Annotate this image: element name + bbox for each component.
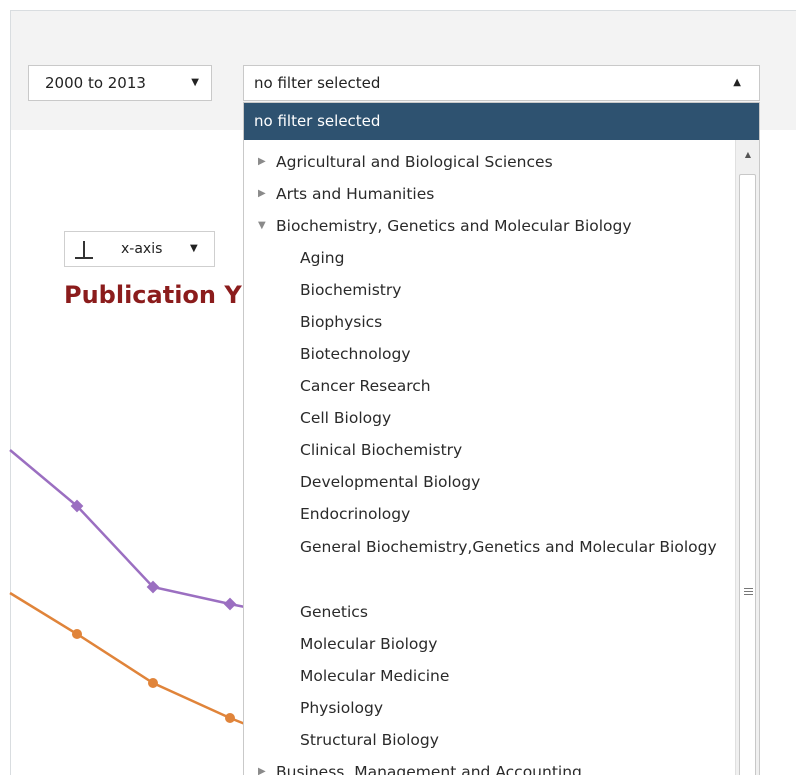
- subcategory-option[interactable]: Endocrinology: [244, 498, 736, 530]
- x-axis-button[interactable]: x-axis ▼: [64, 231, 215, 267]
- dropdown-selected-option[interactable]: no filter selected: [244, 103, 759, 140]
- dropdown-list: ▶ Agricultural and Biological Sciences ▶…: [244, 140, 736, 775]
- chevron-up-icon: ▲: [733, 77, 741, 88]
- data-point: [223, 597, 237, 611]
- subcategory-option[interactable]: Molecular Medicine: [244, 660, 736, 692]
- line-chart: [9, 449, 250, 728]
- option-label: Biochemistry, Genetics and Molecular Bio…: [276, 217, 632, 235]
- option-label: Arts and Humanities: [276, 185, 435, 203]
- expand-triangle-icon[interactable]: ▶: [258, 146, 266, 178]
- data-point: [72, 629, 82, 639]
- subject-filter-select[interactable]: no filter selected ▲: [243, 65, 760, 101]
- subcategory-option[interactable]: Structural Biology: [244, 724, 736, 756]
- chevron-down-icon: ▼: [191, 77, 199, 88]
- option-label: Agricultural and Biological Sciences: [276, 153, 553, 171]
- subject-filter-dropdown: no filter selected ▶ Agricultural and Bi…: [243, 102, 760, 775]
- subject-filter-value: no filter selected: [254, 74, 381, 92]
- collapse-triangle-icon[interactable]: ▼: [258, 210, 266, 242]
- axis-icon: [75, 241, 93, 259]
- year-range-value: 2000 to 2013: [45, 74, 146, 92]
- expand-triangle-icon[interactable]: ▶: [258, 756, 266, 775]
- category-option[interactable]: ▶ Business, Management and Accounting: [244, 756, 736, 775]
- scroll-up-arrow-icon[interactable]: ▲: [736, 150, 759, 159]
- subcategory-option[interactable]: Aging: [244, 242, 736, 274]
- subcategory-option[interactable]: Developmental Biology: [244, 466, 736, 498]
- option-label: Business, Management and Accounting: [276, 763, 582, 775]
- scrollbar-thumb[interactable]: [739, 174, 756, 775]
- grip-icon: [744, 588, 753, 597]
- data-point: [148, 678, 158, 688]
- data-point: [225, 713, 235, 723]
- expand-triangle-icon[interactable]: ▶: [258, 178, 266, 210]
- x-axis-label: x-axis: [121, 241, 163, 257]
- series-line-orange: [9, 591, 250, 728]
- year-range-select[interactable]: 2000 to 2013 ▼: [28, 65, 212, 101]
- subcategory-option[interactable]: Cell Biology: [244, 402, 736, 434]
- subcategory-option[interactable]: Physiology: [244, 692, 736, 724]
- chart-title: Publication Y: [64, 281, 242, 309]
- category-option[interactable]: ▶ Agricultural and Biological Sciences: [244, 146, 736, 178]
- category-option[interactable]: ▶ Arts and Humanities: [244, 178, 736, 210]
- subcategory-option[interactable]: Genetics: [244, 596, 736, 628]
- subcategory-option[interactable]: General Biochemistry,Genetics and Molecu…: [244, 530, 736, 596]
- subcategory-option[interactable]: Molecular Biology: [244, 628, 736, 660]
- subcategory-option[interactable]: Biophysics: [244, 306, 736, 338]
- chevron-down-icon: ▼: [190, 243, 198, 254]
- category-option[interactable]: ▼ Biochemistry, Genetics and Molecular B…: [244, 210, 736, 242]
- series-line-purple: [9, 449, 250, 610]
- subcategory-option[interactable]: Cancer Research: [244, 370, 736, 402]
- subcategory-option[interactable]: Clinical Biochemistry: [244, 434, 736, 466]
- subcategory-option[interactable]: Biotechnology: [244, 338, 736, 370]
- dropdown-scrollbar[interactable]: ▲: [735, 140, 759, 775]
- subcategory-option[interactable]: Biochemistry: [244, 274, 736, 306]
